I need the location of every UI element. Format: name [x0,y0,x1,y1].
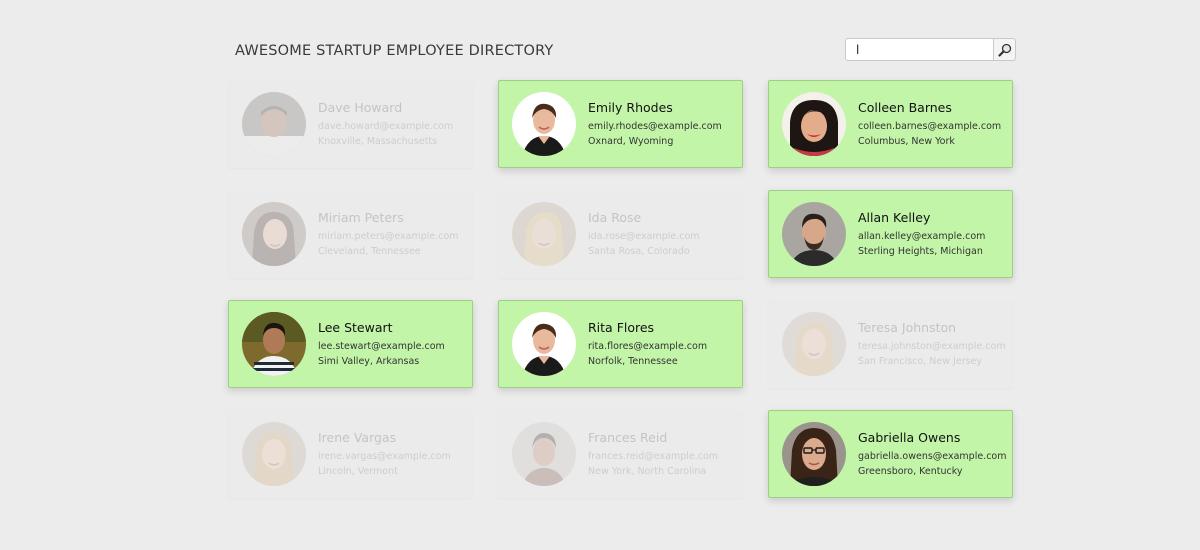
employee-card[interactable]: Gabriella Owens gabriella.owens@example.… [768,410,1013,498]
search-button[interactable] [994,38,1016,61]
employee-email: rita.flores@example.com [588,341,708,352]
employee-location: Cleveland, Tennessee [318,246,421,257]
employee-info: Emily Rhodes emily.rhodes@example.com Ox… [588,100,722,149]
search-input[interactable] [845,38,994,61]
avatar [512,312,576,376]
employee-location: Greensboro, Kentucky [858,466,963,477]
employee-location: Santa Rosa, Colorado [588,246,690,257]
employee-location: Simi Valley, Arkansas [318,356,420,367]
employee-location: Lincoln, Vermont [318,466,398,477]
employee-name: Miriam Peters [318,210,404,225]
employee-location: Knoxville, Massachusetts [318,136,438,147]
employee-email: gabriella.owens@example.com [858,451,1007,462]
employee-email: miriam.peters@example.com [318,231,459,242]
employee-card[interactable]: Allan Kelley allan.kelley@example.com St… [768,190,1013,278]
employee-card[interactable]: Colleen Barnes colleen.barnes@example.co… [768,80,1013,168]
employee-name: Lee Stewart [318,320,393,335]
employee-email: irene.vargas@example.com [318,451,451,462]
avatar [512,202,576,266]
page-title: AWESOME STARTUP EMPLOYEE DIRECTORY [235,43,554,59]
employee-email: frances.reid@example.com [588,451,719,462]
employee-name: Irene Vargas [318,430,397,445]
employee-card[interactable]: Lee Stewart lee.stewart@example.com Simi… [228,300,473,388]
employee-email: ida.rose@example.com [588,231,700,242]
employee-name: Dave Howard [318,100,403,115]
avatar [782,312,846,376]
employee-location: Columbus, New York [858,136,955,147]
employee-email: teresa.johnston@example.com [858,341,1006,352]
employee-info: Gabriella Owens gabriella.owens@example.… [858,430,1007,479]
employee-info: Allan Kelley allan.kelley@example.com St… [858,210,985,259]
search-icon [997,43,1011,57]
employee-info: Teresa Johnston teresa.johnston@example.… [858,320,1006,369]
employee-info: Irene Vargas irene.vargas@example.com Li… [318,430,451,479]
avatar [512,422,576,486]
employee-info: Ida Rose ida.rose@example.com Santa Rosa… [588,210,700,259]
employee-card[interactable]: Rita Flores rita.flores@example.com Norf… [498,300,743,388]
avatar [782,92,846,156]
avatar [782,202,846,266]
employee-email: emily.rhodes@example.com [588,121,722,132]
employee-info: Colleen Barnes colleen.barnes@example.co… [858,100,1001,149]
employee-name: Gabriella Owens [858,430,961,445]
avatar [512,92,576,156]
employee-email: lee.stewart@example.com [318,341,445,352]
employee-info: Dave Howard dave.howard@example.com Knox… [318,100,453,149]
directory-page: AWESOME STARTUP EMPLOYEE DIRECTORY Dave … [0,0,1200,550]
employee-name: Teresa Johnston [858,320,957,335]
employee-location: San Francisco, New Jersey [858,356,983,367]
employee-info: Lee Stewart lee.stewart@example.com Simi… [318,320,445,369]
employee-location: Sterling Heights, Michigan [858,246,983,257]
employee-email: colleen.barnes@example.com [858,121,1002,132]
avatar [782,422,846,486]
employee-card[interactable]: Ida Rose ida.rose@example.com Santa Rosa… [498,190,743,278]
employee-name: Emily Rhodes [588,100,673,115]
employee-name: Ida Rose [588,210,642,225]
employee-location: Oxnard, Wyoming [588,136,674,147]
employee-name: Allan Kelley [858,210,931,225]
employee-info: Rita Flores rita.flores@example.com Norf… [588,320,707,369]
employee-card[interactable]: Miriam Peters miriam.peters@example.com … [228,190,473,278]
employee-info: Frances Reid frances.reid@example.com Ne… [588,430,718,479]
employee-info: Miriam Peters miriam.peters@example.com … [318,210,459,259]
employee-card[interactable]: Frances Reid frances.reid@example.com Ne… [498,410,743,498]
employee-name: Colleen Barnes [858,100,952,115]
employee-location: Norfolk, Tennessee [588,356,678,367]
employee-card[interactable]: Dave Howard dave.howard@example.com Knox… [228,80,473,168]
avatar [242,202,306,266]
avatar [242,92,306,156]
employee-name: Rita Flores [588,320,655,335]
employee-location: New York, North Carolina [588,466,707,477]
employee-name: Frances Reid [588,430,668,445]
avatar [242,312,306,376]
avatar [242,422,306,486]
employee-email: allan.kelley@example.com [858,231,986,242]
employee-email: dave.howard@example.com [318,121,454,132]
employee-card[interactable]: Emily Rhodes emily.rhodes@example.com Ox… [498,80,743,168]
employee-card[interactable]: Irene Vargas irene.vargas@example.com Li… [228,410,473,498]
employee-card[interactable]: Teresa Johnston teresa.johnston@example.… [768,300,1013,388]
search-bar [845,38,1016,61]
